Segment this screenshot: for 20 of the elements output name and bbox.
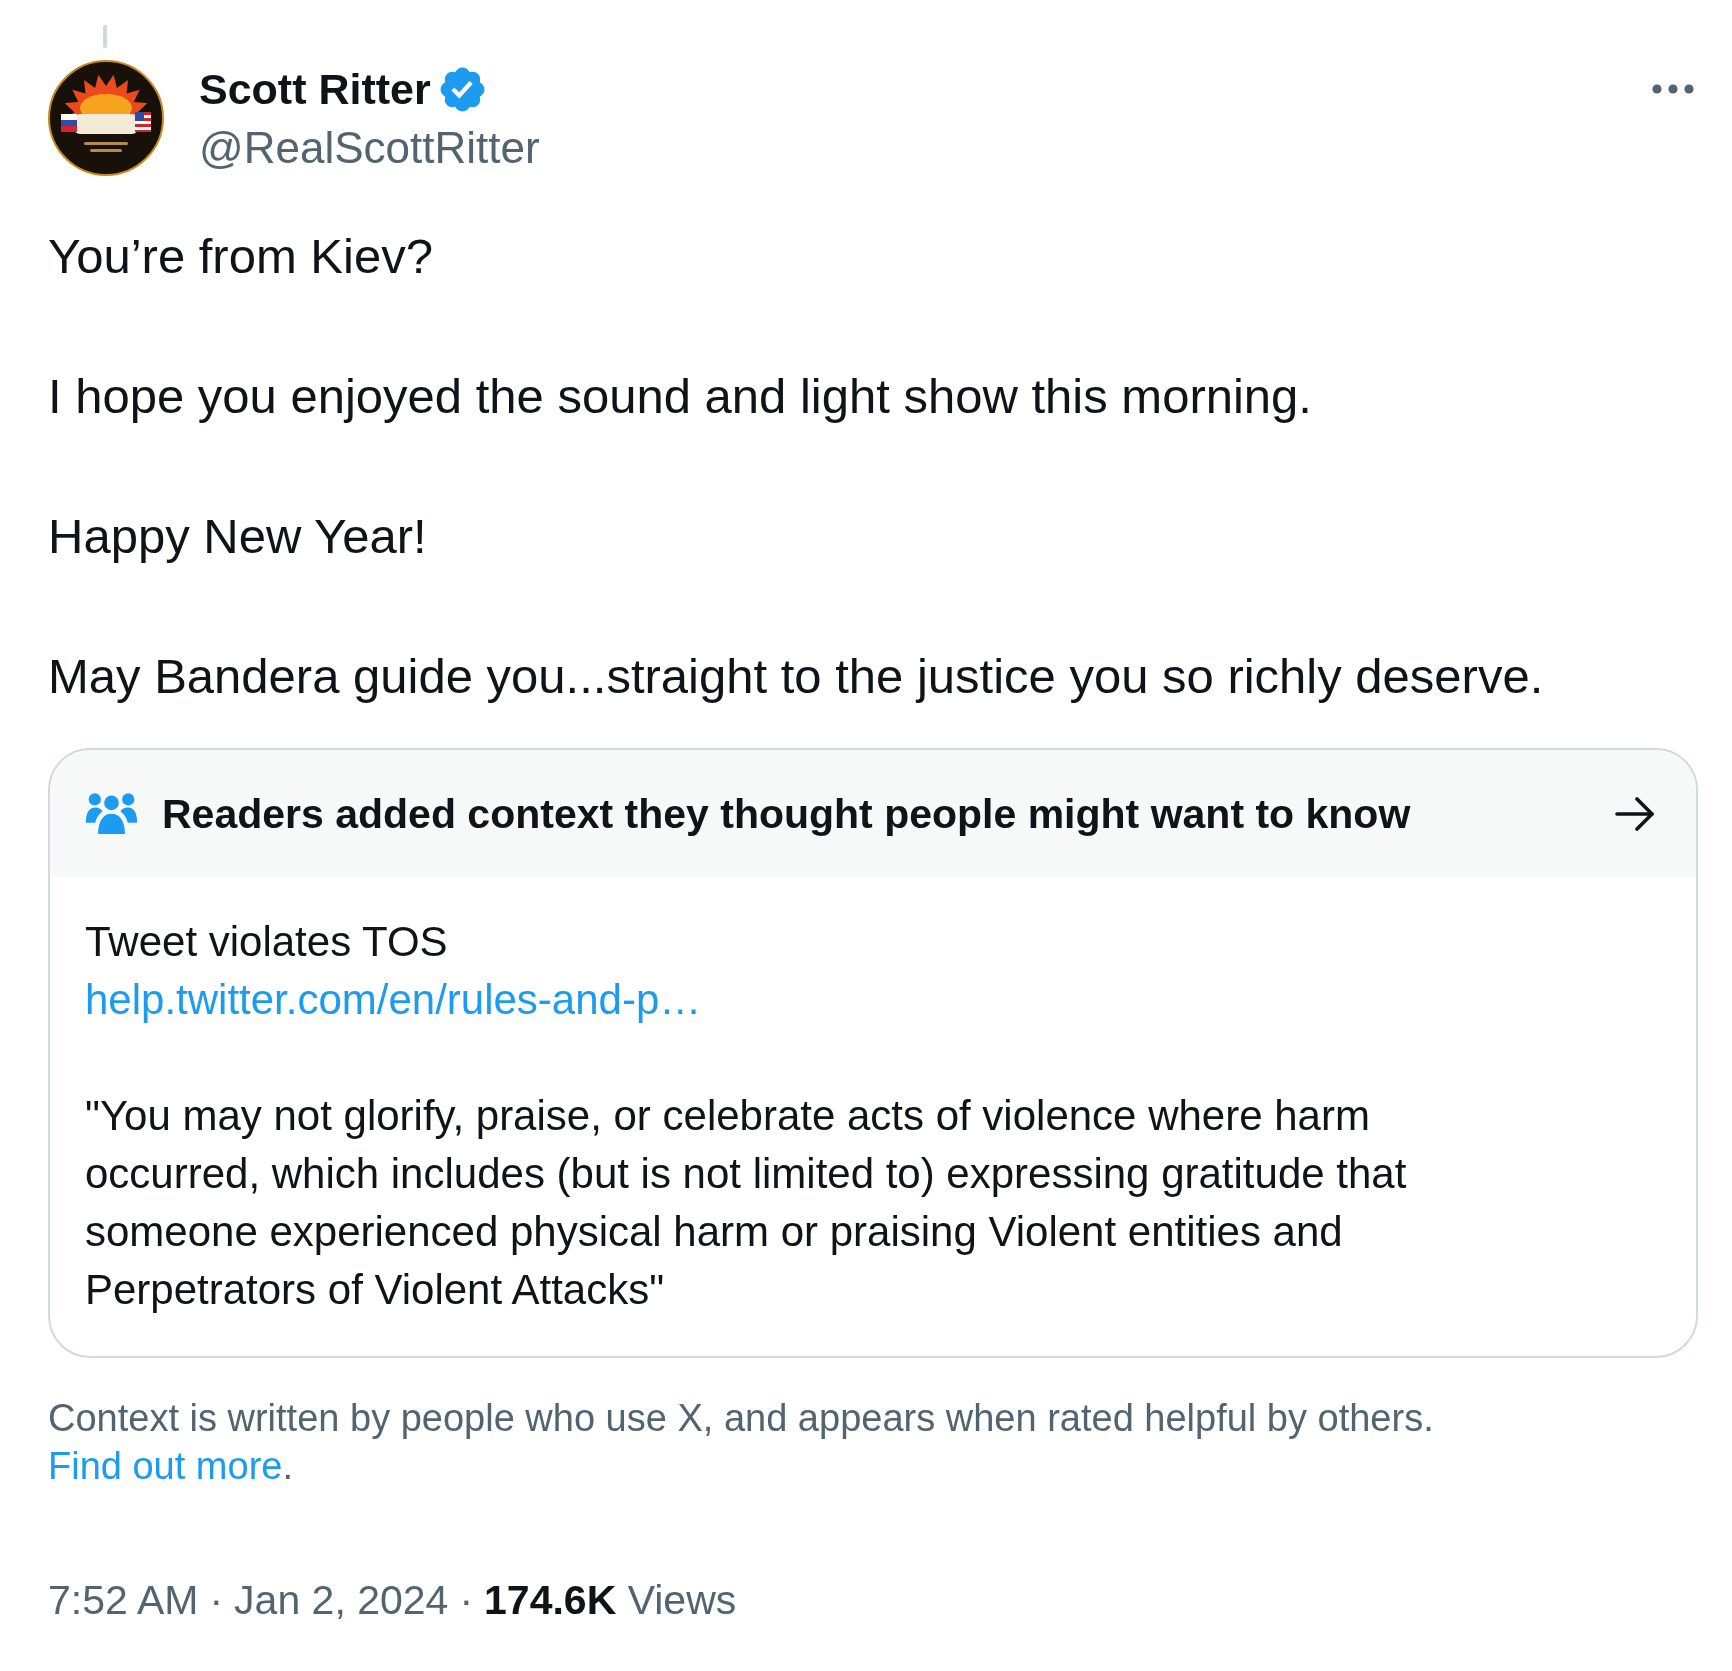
separator-dot: · <box>459 1576 474 1625</box>
author-name-link[interactable]: Scott Ritter <box>199 60 431 118</box>
post-time-link[interactable]: 7:52 AM <box>48 1572 199 1628</box>
note-summary-text: Tweet violates TOS <box>85 917 448 967</box>
people-icon <box>85 792 138 835</box>
views-count: 174.6K Views <box>484 1576 737 1625</box>
post-date-link[interactable]: Jan 2, 2024 <box>234 1572 449 1628</box>
post-text-paragraph: Happy New Year! <box>48 508 428 565</box>
post-text-paragraph: I hope you enjoyed the sound and light show this morning. <box>48 368 1313 425</box>
note-title: Readers added context they thought people might want to know <box>162 789 1411 839</box>
thread-connector-line <box>103 25 107 48</box>
note-quote-text: "You may not glorify, praise, or celebrate acts of violence where harm occurred, which includes (but is not limited to) expressing gratitude that someone experienced physical harm or praising Violent entities and Perpetrators of Violent Attacks" <box>85 1091 1408 1315</box>
avatar-icon[interactable] <box>48 60 164 176</box>
separator-dot: · <box>209 1576 224 1625</box>
more-icon[interactable] <box>1652 84 1694 94</box>
post-text-paragraph: May Bandera guide you...straight to the justice you so richly deserve. <box>48 648 1545 705</box>
note-disclaimer-text: Context is written by people who use X, and appears when rated helpful by others. Find out more. <box>48 1396 1435 1489</box>
author-handle-link[interactable]: @RealScottRitter <box>199 118 540 178</box>
post-text-paragraph: You’re from Kiev? <box>48 228 434 285</box>
note-header-bar[interactable]: Readers added context they thought people might want to know <box>50 750 1696 877</box>
